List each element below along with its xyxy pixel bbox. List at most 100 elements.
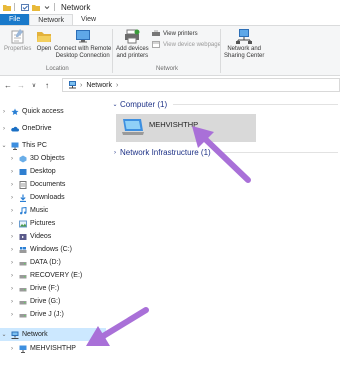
network-icon xyxy=(11,331,19,339)
pictures-icon xyxy=(19,220,27,227)
collapse-icon[interactable]: ⌄ xyxy=(0,142,8,149)
nav-item-label: Network xyxy=(22,331,48,338)
expand-icon[interactable]: › xyxy=(8,169,16,175)
computer-item-mehvishthp[interactable]: MEHVISHTHP xyxy=(116,114,256,142)
nav-item-videos[interactable]: › Videos xyxy=(0,230,106,243)
up-button[interactable]: ↑ xyxy=(42,80,52,90)
nav-item-downloads[interactable]: › Downloads xyxy=(0,191,106,204)
tab-file[interactable]: File xyxy=(0,14,30,25)
expand-icon[interactable]: › xyxy=(8,156,16,162)
collapse-icon[interactable]: ⌄ xyxy=(0,331,8,338)
group-label: Computer (1) xyxy=(120,100,168,109)
expand-icon[interactable]: › xyxy=(8,286,16,292)
network-group-label: Network xyxy=(156,66,179,72)
webpage-icon xyxy=(152,41,160,48)
view-printers-label: View printers xyxy=(163,30,198,37)
nav-item-mehvishthp[interactable]: › MEHVISHTHP xyxy=(0,342,106,355)
open-label: Open xyxy=(36,46,52,52)
documents-icon xyxy=(19,180,27,189)
nav-item-drive-g[interactable]: › Drive (G:) xyxy=(0,295,106,308)
expand-icon[interactable]: › xyxy=(8,221,16,227)
nav-item-label: Quick access xyxy=(22,108,64,115)
window-title: Network xyxy=(61,2,91,12)
address-bar[interactable]: › Network › xyxy=(62,78,340,92)
nav-item-desktop[interactable]: › Desktop xyxy=(0,165,106,178)
sharing-center-button[interactable]: Network and Sharing Center xyxy=(224,28,264,60)
nav-item-documents[interactable]: › Documents xyxy=(0,178,106,191)
add-devices-button[interactable]: Add devices and printers xyxy=(116,28,149,60)
nav-item-recovery-e[interactable]: › RECOVERY (E:) xyxy=(0,269,106,282)
nav-item-network[interactable]: ⌄ Network xyxy=(0,328,106,341)
tab-network[interactable]: Network xyxy=(29,14,73,25)
tab-view[interactable]: View xyxy=(73,14,104,25)
nav-item-onedrive[interactable]: › OneDrive xyxy=(0,122,106,135)
nav-item-3d-objects[interactable]: › 3D Objects xyxy=(0,152,106,165)
breadcrumb-chevron-icon[interactable]: › xyxy=(116,82,118,89)
nav-item-drive-f[interactable]: › Drive (F:) xyxy=(0,282,106,295)
add-devices-label-2: and printers xyxy=(116,53,149,59)
nav-item-label: RECOVERY (E:) xyxy=(30,272,83,279)
view-device-webpage-label: View device webpage xyxy=(163,41,221,48)
group-header-computer[interactable]: ⌄ Computer (1) xyxy=(110,100,338,109)
nav-item-label: DATA (D:) xyxy=(30,259,61,266)
download-icon xyxy=(20,194,26,202)
nav-item-label: Drive (G:) xyxy=(30,298,61,305)
folder-icon[interactable] xyxy=(32,4,40,11)
expand-icon[interactable]: › xyxy=(8,260,16,266)
nav-item-music[interactable]: › Music xyxy=(0,204,106,217)
system-drive-icon xyxy=(19,246,27,253)
3d-objects-icon xyxy=(19,155,27,162)
view-printers-button[interactable]: View printers xyxy=(152,30,198,37)
title-bar: Network xyxy=(0,0,340,14)
group-divider xyxy=(112,29,113,73)
breadcrumb-separator: › xyxy=(80,81,83,89)
expand-icon[interactable]: › xyxy=(8,346,16,352)
open-button[interactable]: Open xyxy=(36,28,52,53)
expand-icon[interactable]: › xyxy=(110,150,120,156)
breadcrumb-network[interactable]: Network xyxy=(86,82,112,89)
computer-item-label: MEHVISHTHP xyxy=(149,120,199,129)
nav-item-label: Music xyxy=(30,207,49,214)
remote-desktop-label-1: Connect with Remote xyxy=(54,46,112,52)
remote-desktop-button[interactable]: Connect with Remote Desktop Connection xyxy=(54,28,111,60)
content-pane: ⌄ Computer (1) MEHVISHTHP › Network Infr… xyxy=(110,97,340,367)
collapse-icon[interactable]: ⌄ xyxy=(110,101,120,108)
videos-icon xyxy=(19,233,27,240)
forward-button[interactable]: → xyxy=(16,80,26,90)
chevron-down-icon[interactable] xyxy=(43,4,51,11)
nav-item-windows-c[interactable]: › Windows (C:) xyxy=(0,243,106,256)
music-icon xyxy=(20,206,27,214)
expand-icon[interactable]: › xyxy=(8,273,16,279)
computer-icon xyxy=(19,345,27,353)
expand-icon[interactable]: › xyxy=(0,109,8,115)
location-group-label: Location xyxy=(46,66,69,72)
view-device-webpage-button[interactable]: View device webpage xyxy=(152,41,221,48)
recent-locations-button[interactable]: ∨ xyxy=(29,80,39,90)
remote-desktop-icon xyxy=(75,30,90,43)
nav-item-label: Documents xyxy=(30,181,66,188)
back-button[interactable]: ← xyxy=(3,80,13,90)
expand-icon[interactable]: › xyxy=(0,126,8,132)
nav-item-drive-j[interactable]: › Drive J (J:) xyxy=(0,308,106,321)
properties-button[interactable]: Properties xyxy=(4,28,31,53)
expand-icon[interactable]: › xyxy=(8,195,16,201)
drive-icon xyxy=(19,287,27,291)
drive-icon xyxy=(19,274,27,278)
expand-icon[interactable]: › xyxy=(8,247,16,253)
expand-icon[interactable]: › xyxy=(8,299,16,305)
sharing-center-label-2: Sharing Center xyxy=(224,53,265,59)
expand-icon[interactable]: › xyxy=(8,208,16,214)
nav-item-quick-access[interactable]: › Quick access xyxy=(0,105,106,118)
nav-item-data-d[interactable]: › DATA (D:) xyxy=(0,256,106,269)
properties-icon xyxy=(11,29,24,44)
group-label: Network Infrastructure (1) xyxy=(120,148,211,157)
star-icon xyxy=(11,108,19,115)
printer-icon xyxy=(152,30,160,36)
expand-icon[interactable]: › xyxy=(8,234,16,240)
expand-icon[interactable]: › xyxy=(8,312,16,318)
expand-icon[interactable]: › xyxy=(8,182,16,188)
nav-item-this-pc[interactable]: ⌄ This PC xyxy=(0,139,106,152)
checkbox-icon[interactable] xyxy=(21,3,29,11)
group-header-network-infrastructure[interactable]: › Network Infrastructure (1) xyxy=(110,148,338,157)
nav-item-pictures[interactable]: › Pictures xyxy=(0,217,106,230)
